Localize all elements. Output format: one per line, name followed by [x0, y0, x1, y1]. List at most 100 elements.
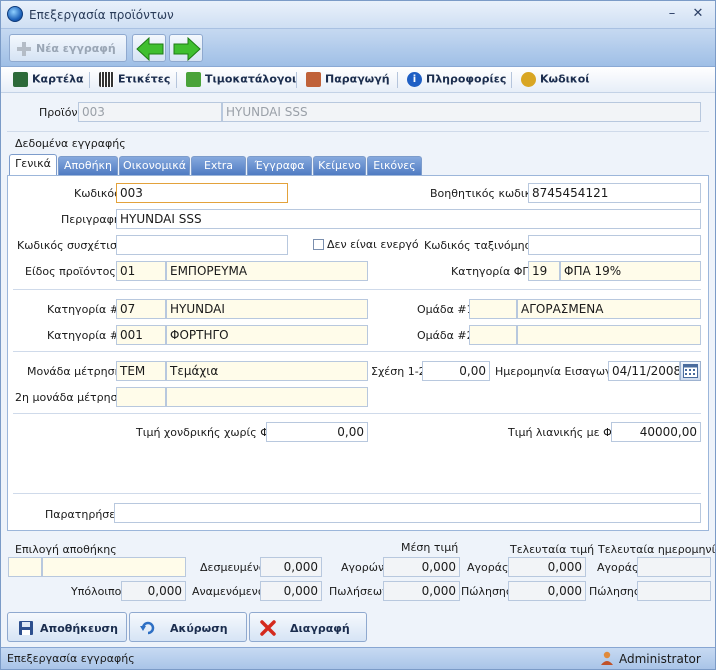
kind-name-field[interactable]: ΕΜΠΟΡΕΥΜΑ	[166, 261, 368, 281]
minimize-button[interactable]: –	[663, 6, 681, 22]
reserved-label: Δεσμευμένα	[200, 561, 267, 574]
menu-kartela[interactable]: Καρτέλα	[13, 72, 84, 88]
menu-plirofories-label: Πληροφορίες	[426, 72, 507, 86]
category2-code-field[interactable]: 001	[116, 325, 166, 345]
arrow-left-icon	[136, 37, 164, 61]
info-icon: i	[407, 72, 422, 87]
group2-name-field[interactable]	[517, 325, 701, 345]
next-record-button[interactable]	[169, 34, 203, 62]
new-record-label: Νέα εγγραφή	[36, 42, 116, 55]
last-sale-date-field	[637, 581, 711, 601]
group1-code-field[interactable]	[469, 299, 517, 319]
menu-kodikoi[interactable]: Κωδικοί	[521, 72, 590, 88]
menu-kartela-label: Καρτέλα	[32, 72, 84, 86]
cancel-button[interactable]: Ακύρωση	[129, 612, 247, 642]
unit2-code-field[interactable]	[116, 387, 166, 407]
menu-kodikoi-label: Κωδικοί	[540, 72, 590, 86]
menu-timokatalogoi[interactable]: Τιμοκατάλογοι	[186, 72, 296, 88]
notes-field[interactable]	[114, 503, 701, 523]
tab-keimeno[interactable]: Κείμενο	[313, 156, 366, 175]
previous-record-button[interactable]	[132, 34, 166, 62]
balance-label: Υπόλοιπο	[71, 585, 122, 598]
kind-label: Είδος προϊόντος	[25, 265, 116, 278]
category2-name-field[interactable]: ΦΟΡΤΗΓΟ	[166, 325, 368, 345]
entry-date-field[interactable]: 04/11/2008	[608, 361, 680, 381]
last-price-heading: Τελευταία τιμή	[510, 543, 595, 556]
warehouse-name-field[interactable]	[42, 557, 186, 577]
last-purchase-date-field	[637, 557, 711, 577]
last-purchase-date-label: Αγοράς	[597, 561, 639, 574]
arrow-right-icon	[173, 37, 201, 61]
average-price-heading: Μέση τιμή	[401, 541, 459, 554]
menu-etiketes[interactable]: Ετικέτες	[99, 72, 170, 88]
avg-purchase-field: 0,000	[383, 557, 460, 577]
tab-extra[interactable]: Extra	[191, 156, 246, 175]
reserved-field: 0,000	[260, 557, 322, 577]
status-bar: Επεξεργασία εγγραφής Administrator	[1, 647, 715, 669]
floppy-icon	[19, 621, 33, 635]
group1-name-field[interactable]: ΑΓΟΡΑΣΜΕΝΑ	[517, 299, 701, 319]
inactive-checkbox[interactable]	[313, 239, 324, 250]
category2-label: Κατηγορία #2	[47, 329, 126, 342]
calendar-button[interactable]	[680, 361, 701, 381]
code-field[interactable]: 003	[116, 183, 288, 203]
last-date-heading: Τελευταία ημερομηνία	[598, 543, 716, 556]
menu-paragogi-label: Παραγωγή	[325, 72, 390, 86]
app-icon	[7, 6, 23, 22]
retail-price-label: Τιμή λιανικής με ΦΠΑ	[508, 426, 628, 439]
category1-name-field[interactable]: HYUNDAI	[166, 299, 368, 319]
window-title: Επεξεργασία προϊόντων	[29, 8, 174, 22]
menu-plirofories[interactable]: i Πληροφορίες	[407, 72, 506, 88]
status-text: Επεξεργασία εγγραφής	[7, 652, 135, 665]
unit2-name-field[interactable]	[166, 387, 368, 407]
record-data-heading: Δεδομένα εγγραφής	[15, 137, 126, 150]
keys-icon	[521, 72, 536, 87]
tab-eikones[interactable]: Εικόνες	[367, 156, 422, 175]
vat-code-field[interactable]: 19	[528, 261, 560, 281]
plus-icon	[17, 42, 31, 56]
group1-label: Ομάδα #1	[417, 303, 474, 316]
current-user: Administrator	[619, 652, 701, 666]
delete-button[interactable]: Διαγραφή	[249, 612, 367, 642]
wholesale-price-label: Τιμή χονδρικής χωρίς ΦΠΑ	[136, 426, 285, 439]
ratio-label: Σχέση 1-2	[371, 365, 426, 378]
purchases-avg-label: Αγορών	[341, 561, 385, 574]
unit2-label: 2η μονάδα μέτρησης	[15, 391, 131, 404]
avg-sale-field: 0,000	[383, 581, 460, 601]
link-code-field[interactable]	[116, 235, 288, 255]
save-button[interactable]: Αποθήκευση	[7, 612, 127, 642]
tab-oikonomika[interactable]: Οικονομικά	[119, 156, 190, 175]
unit-code-field[interactable]: TEM	[116, 361, 166, 381]
new-record-button[interactable]: Νέα εγγραφή	[9, 34, 127, 62]
kind-code-field[interactable]: 01	[116, 261, 166, 281]
close-button[interactable]: ✕	[689, 6, 707, 22]
factory-icon	[306, 72, 321, 87]
retail-price-field[interactable]: 40000,00	[611, 422, 701, 442]
unit-name-field[interactable]: Τεμάχια	[166, 361, 368, 381]
undo-icon	[140, 621, 155, 635]
group2-code-field[interactable]	[469, 325, 517, 345]
menu-paragogi[interactable]: Παραγωγή	[306, 72, 390, 88]
tab-eggrafa[interactable]: Έγγραφα	[247, 156, 312, 175]
warehouse-select-label: Επιλογή αποθήκης	[15, 543, 117, 556]
warehouse-code-field[interactable]	[8, 557, 42, 577]
category1-label: Κατηγορία #1	[47, 303, 126, 316]
calendar-icon	[683, 364, 698, 378]
description-field[interactable]: HYUNDAI SSS	[116, 209, 701, 229]
tab-genika[interactable]: Γενικά	[9, 154, 57, 176]
last-purchase-field: 0,000	[508, 557, 586, 577]
ratio-field[interactable]: 0,00	[422, 361, 490, 381]
vat-name-field[interactable]: ΦΠΑ 19%	[560, 261, 701, 281]
title-bar: Επεξεργασία προϊόντων – ✕	[1, 1, 715, 29]
tab-apothiki[interactable]: Αποθήκη	[58, 156, 118, 175]
aux-code-field[interactable]: 8745454121	[528, 183, 701, 203]
wholesale-price-field[interactable]: 0,00	[266, 422, 368, 442]
product-code-field: 003	[78, 102, 222, 122]
sales-avg-label: Πωλήσεων	[329, 585, 389, 598]
last-sale-field: 0,000	[508, 581, 586, 601]
user-icon	[601, 651, 613, 665]
sort-code-field[interactable]	[528, 235, 701, 255]
product-name-field: HYUNDAI SSS	[222, 102, 701, 122]
category1-code-field[interactable]: 07	[116, 299, 166, 319]
link-code-label: Κωδικός συσχέτισης	[17, 239, 131, 252]
